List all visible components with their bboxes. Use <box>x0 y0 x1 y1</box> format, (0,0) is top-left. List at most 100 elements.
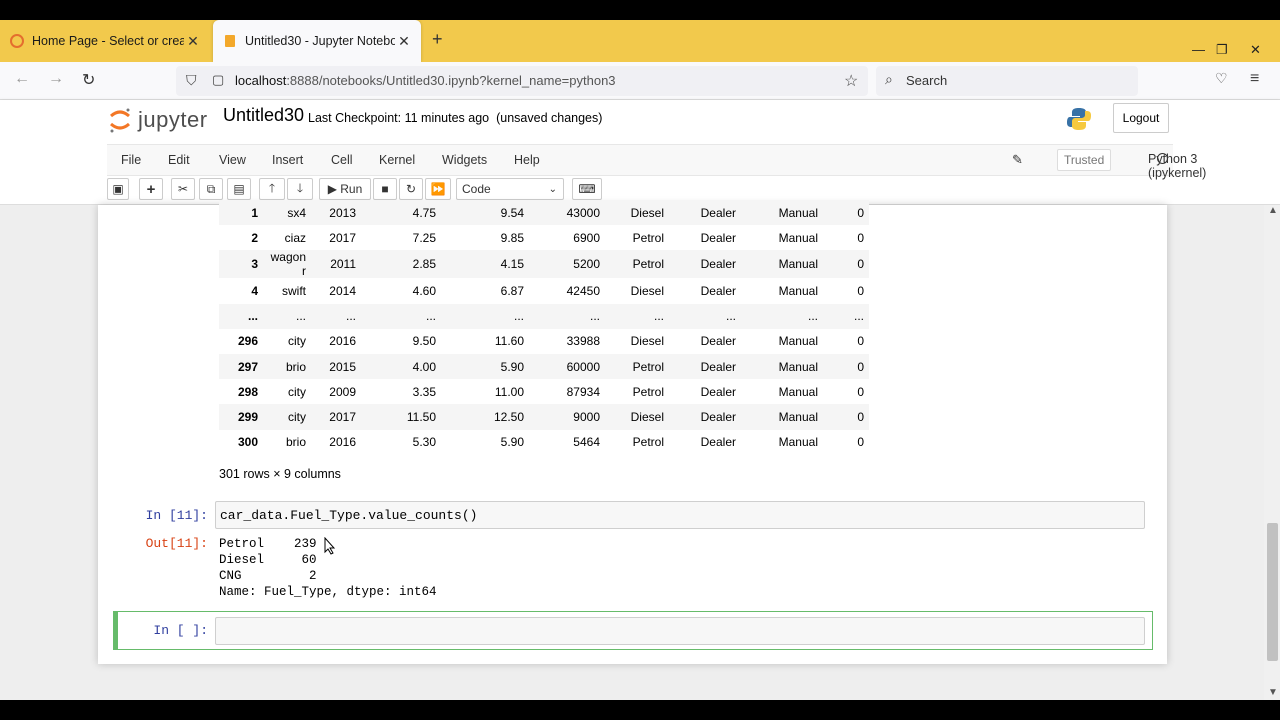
table-cell: Petrol <box>632 435 664 450</box>
table-row: 297 brio 2015 4.00 5.90 60000 Petrol Dealer Manu… <box>219 353 869 380</box>
search-input[interactable]: ⌕ Search <box>876 66 1138 96</box>
menu-view[interactable]: View <box>219 153 246 167</box>
menu-edit[interactable]: Edit <box>168 153 190 167</box>
table-cell: city <box>288 334 306 349</box>
table-cell: 5200 <box>529 250 605 279</box>
move-down-icon[interactable]: 🡓 <box>287 178 313 200</box>
run-button[interactable]: ▶ Run <box>319 178 371 200</box>
table-cell: ... <box>529 303 605 329</box>
table-cell: 11.50 <box>361 404 441 430</box>
row-index: 2 <box>251 230 258 245</box>
table-cell: 4.00 <box>361 353 441 380</box>
notebook-favicon-icon <box>223 34 237 48</box>
page-scrollbar[interactable]: ▲ ▼ <box>1264 205 1280 700</box>
table-cell: 5.90 <box>500 435 524 450</box>
notebook-container: 1 sx4 2013 4.75 9.54 43000 Diesel Dealer Manual 0… <box>98 200 1167 664</box>
reload-icon[interactable]: ↻ <box>82 70 95 90</box>
code-input[interactable]: car_data.Fuel_Type.value_counts() <box>215 501 1145 529</box>
move-up-icon[interactable]: 🡑 <box>259 178 285 200</box>
insert-cell-icon[interactable]: + <box>139 178 163 200</box>
input-prompt: In [ ]: <box>153 623 208 638</box>
table-cell: Petrol <box>605 250 669 279</box>
menu-cell[interactable]: Cell <box>331 153 353 167</box>
tab-untitled30[interactable]: Untitled30 - Jupyter Notebook ✕ <box>213 20 421 62</box>
menu-bar: File Edit View Insert Cell Kernel Widget… <box>107 144 1206 180</box>
table-cell: Diesel <box>630 334 664 349</box>
save-icon[interactable]: ▣ <box>107 178 129 200</box>
tab-title: Home Page - Select or create a <box>32 34 184 48</box>
edit-pencil-icon[interactable]: ✎ <box>1012 152 1023 168</box>
trusted-badge[interactable]: Trusted <box>1057 149 1112 171</box>
table-cell: 0 <box>823 404 869 430</box>
table-cell: 5.30 <box>412 435 436 450</box>
menu-kernel[interactable]: Kernel <box>379 153 415 167</box>
cell-type-select[interactable]: Code ⌄ <box>456 178 564 200</box>
back-icon[interactable]: ← <box>14 70 30 88</box>
cut-icon[interactable]: ✂ <box>171 178 195 200</box>
menu-icon[interactable]: ≡ <box>1250 70 1259 88</box>
table-cell: city <box>263 404 311 430</box>
table-row: 300 brio 2016 5.30 5.90 5464 Petrol Dealer Manua… <box>219 430 869 455</box>
keyboard-icon[interactable]: ⌨ <box>572 178 602 200</box>
restore-icon[interactable]: ❐ <box>1216 42 1228 58</box>
scroll-up-icon[interactable]: ▲ <box>1268 205 1278 216</box>
interrupt-icon[interactable]: ■ <box>373 178 397 200</box>
close-icon[interactable]: ✕ <box>184 33 202 50</box>
table-cell: 4.75 <box>361 200 441 226</box>
table-cell: Dealer <box>700 230 736 245</box>
table-cell: 5.90 <box>441 353 529 380</box>
table-cell: 60000 <box>529 353 605 380</box>
output-prompt: Out[11]: <box>145 536 208 551</box>
bookmark-star-icon[interactable]: ☆ <box>844 71 858 91</box>
jupyter-favicon-icon <box>10 34 24 48</box>
menu-help[interactable]: Help <box>514 153 540 167</box>
window-close-icon[interactable]: ✕ <box>1250 42 1261 58</box>
table-row: 3 wagon r 2011 2.85 4.15 5200 Petrol Dealer Manu… <box>219 250 869 279</box>
play-icon: ▶ <box>327 182 341 196</box>
table-cell: Petrol <box>632 230 664 245</box>
forward-icon[interactable]: → <box>48 70 64 88</box>
page-info-icon[interactable]: ▢ <box>212 72 224 88</box>
table-cell: 0 <box>823 250 869 279</box>
close-icon[interactable]: ✕ <box>395 33 413 50</box>
table-cell: 0 <box>857 230 864 245</box>
copy-icon[interactable]: ⧉ <box>199 178 223 200</box>
table-cell: 2.85 <box>361 250 441 279</box>
table-cell: 5464 <box>573 435 600 450</box>
table-cell: ... <box>605 303 669 329</box>
table-cell: city <box>288 384 306 399</box>
menu-widgets[interactable]: Widgets <box>442 153 487 167</box>
table-cell: Manual <box>741 404 823 430</box>
menu-insert[interactable]: Insert <box>272 153 303 167</box>
table-cell: 0 <box>857 334 864 349</box>
chevron-down-icon: ⌄ <box>548 183 557 195</box>
table-cell: Dealer <box>700 334 736 349</box>
pocket-icon[interactable]: ♡ <box>1215 70 1228 87</box>
empty-code-input[interactable] <box>215 617 1145 645</box>
table-row: 299 city 2017 11.50 12.50 9000 Diesel Dealer Man… <box>219 404 869 430</box>
tab-title: Untitled30 - Jupyter Notebook <box>245 34 395 48</box>
scrollbar-thumb[interactable] <box>1267 523 1278 661</box>
restart-run-all-icon[interactable]: ⏩ <box>425 178 451 200</box>
search-placeholder: Search <box>906 73 948 88</box>
table-cell: Petrol <box>605 353 669 380</box>
table-cell: 2016 <box>329 435 356 450</box>
table-cell: Dealer <box>700 435 736 450</box>
url-text: localhost:8888/notebooks/Untitled30.ipyn… <box>235 73 616 88</box>
table-cell: 9000 <box>529 404 605 430</box>
scroll-down-icon[interactable]: ▼ <box>1268 687 1278 698</box>
table-cell: ... <box>311 303 361 329</box>
notebook-name[interactable]: Untitled30 <box>223 105 304 126</box>
menu-file[interactable]: File <box>121 153 141 167</box>
new-tab-icon[interactable]: + <box>432 29 443 50</box>
row-index: ... <box>219 303 263 329</box>
logout-button[interactable]: Logout <box>1113 103 1169 133</box>
table-cell: ciaz <box>284 230 306 245</box>
url-bar[interactable]: ⛉ ▢ localhost:8888/notebooks/Untitled30.… <box>176 66 868 96</box>
tab-home-page[interactable]: Home Page - Select or create a ✕ <box>0 20 210 62</box>
python-logo-icon <box>1066 106 1092 137</box>
jupyter-logo[interactable]: jupyter <box>108 106 208 134</box>
paste-icon[interactable]: ▤ <box>227 178 251 200</box>
restart-icon[interactable]: ↻ <box>399 178 423 200</box>
minimize-icon[interactable]: — <box>1192 42 1205 57</box>
